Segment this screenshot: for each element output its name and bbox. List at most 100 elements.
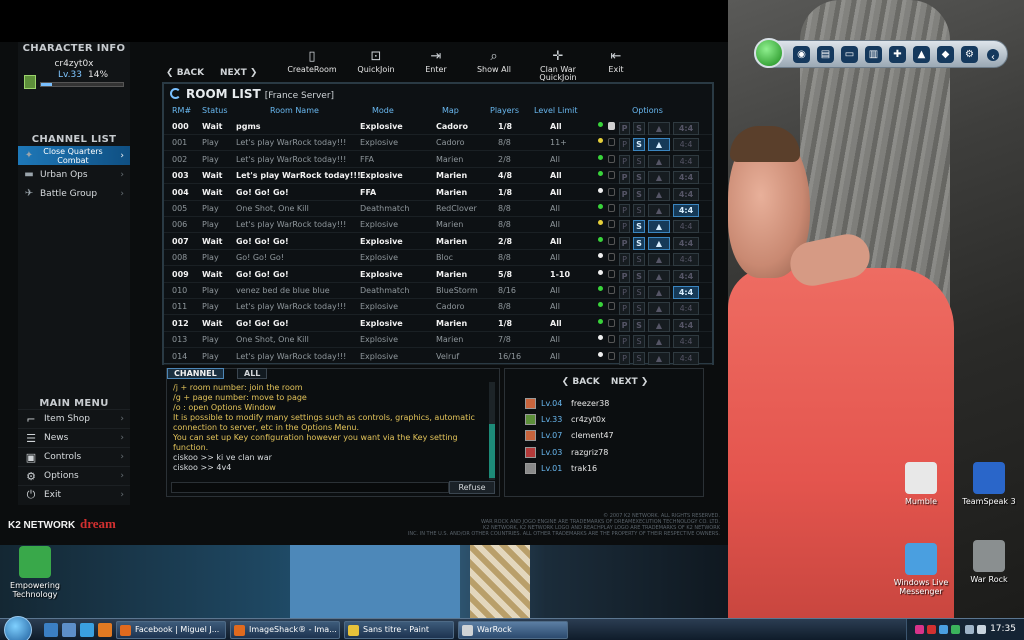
network-icon[interactable]	[965, 625, 974, 634]
enter-button[interactable]: ⇥ Enter	[406, 50, 466, 74]
exit-room-button[interactable]: ⇤ Exit	[586, 50, 646, 74]
desktop-icon-teamspeak[interactable]: TeamSpeak 3	[954, 462, 1024, 506]
room-map: Marien	[436, 318, 468, 328]
desktop-icon-mumble[interactable]: Mumble	[886, 462, 956, 506]
back-button[interactable]: ❮ BACK	[166, 68, 204, 78]
create-room-button[interactable]: ▯ CreateRoom	[282, 50, 342, 74]
start-button[interactable]	[4, 616, 32, 640]
room-row[interactable]: 012 Wait Go! Go! Go! Explosive Marien 1/8 All P…	[164, 316, 712, 332]
chat-input[interactable]	[171, 482, 449, 493]
dock-orb-icon[interactable]	[754, 38, 784, 68]
col-options[interactable]: Options	[632, 106, 663, 115]
player-row[interactable]: Lv.07 clement47	[525, 428, 695, 444]
collapse-icon[interactable]: ‹	[987, 49, 999, 63]
col-level-limit[interactable]: Level Limit	[534, 106, 578, 115]
gear-icon[interactable]: ⚙	[961, 46, 978, 63]
taskbar-task[interactable]: ImageShack® - Ima...	[230, 621, 340, 639]
channel-close-quarters-combat[interactable]: ✦ Close Quarters Combat ›	[18, 146, 130, 165]
taskbar-task[interactable]: Facebook | Miguel J...	[116, 621, 226, 639]
desktop-icon-empowering[interactable]: Empowering Technology	[0, 546, 70, 599]
lock-icon[interactable]: ▲	[913, 46, 930, 63]
chat-scrollbar[interactable]	[489, 382, 495, 480]
desktop-icon-warrock[interactable]: War Rock	[954, 540, 1024, 584]
player-next-label: NEXT	[610, 377, 638, 387]
tag-icon[interactable]: ◆	[937, 46, 954, 63]
menu-options[interactable]: ⚙ Options ›	[18, 466, 130, 485]
room-row[interactable]: 000 Wait pgms Explosive Cadoro 1/8 All P S ▲ 4:4	[164, 119, 712, 135]
tray-app-icon[interactable]	[915, 625, 924, 634]
room-option-icon: S	[633, 302, 645, 316]
channel-label: Urban Ops	[40, 169, 88, 180]
chevron-right-icon: ›	[120, 414, 124, 424]
system-tray: 17:35	[906, 619, 1024, 640]
col-players[interactable]: Players	[490, 106, 519, 115]
show-desktop-icon[interactable]	[44, 623, 58, 637]
tray-app-icon[interactable]	[939, 625, 948, 634]
menu-news[interactable]: ☰ News ›	[18, 428, 130, 447]
tab-all[interactable]: ALL	[237, 368, 268, 379]
col-status[interactable]: Status	[202, 106, 228, 115]
room-mode: Explosive	[360, 253, 399, 263]
card-icon[interactable]: ▭	[841, 46, 858, 63]
next-button[interactable]: NEXT ❯	[220, 68, 257, 78]
room-number: 004	[172, 187, 189, 197]
server-name: [France Server]	[264, 91, 335, 101]
taskbar-task[interactable]: WarRock	[458, 621, 568, 639]
document-icon[interactable]: ▥	[865, 46, 882, 63]
room-row[interactable]: 001 Play Let's play WarRock today!!! Explos…	[164, 135, 712, 152]
channel-battle-group[interactable]: ✈ Battle Group ›	[18, 184, 130, 203]
taskbar-task[interactable]: Sans titre - Paint	[344, 621, 454, 639]
player-row[interactable]: Lv.01 trak16	[525, 461, 695, 477]
room-row[interactable]: 014 Play Let's play WarRock today!!! Explos…	[164, 349, 712, 365]
player-row[interactable]: Lv.04 freezer38	[525, 396, 695, 412]
col-map[interactable]: Map	[442, 106, 459, 115]
room-row[interactable]: 009 Wait Go! Go! Go! Explosive Marien 5/8 1-10…	[164, 267, 712, 283]
player-next-button[interactable]: NEXT ❯	[611, 377, 648, 387]
room-row[interactable]: 007 Wait Go! Go! Go! Explosive Marien 2/8 All P…	[164, 234, 712, 250]
clipboard-icon[interactable]: ▤	[817, 46, 834, 63]
player-back-button[interactable]: ❮ BACK	[562, 377, 600, 387]
col-rm[interactable]: RM#	[172, 106, 191, 115]
room-row[interactable]: 005 Play One Shot, One Kill Deathmatch RedCl…	[164, 201, 712, 217]
clan-war-quickjoin-button[interactable]: ✛ Clan War QuickJoin	[528, 50, 588, 82]
tab-channel[interactable]: CHANNEL	[167, 368, 224, 379]
player-row[interactable]: Lv.33 cr4zyt0x	[525, 412, 695, 428]
switch-windows-icon[interactable]	[62, 623, 76, 637]
col-mode[interactable]: Mode	[372, 106, 394, 115]
chat-scroll-thumb[interactable]	[489, 424, 495, 478]
room-option-icon: S	[633, 351, 645, 365]
desktop-icon-messenger[interactable]: Windows Live Messenger	[886, 543, 956, 596]
globe-icon[interactable]: ◉	[793, 46, 810, 63]
volume-icon[interactable]	[977, 625, 986, 634]
room-number: 013	[172, 335, 188, 345]
room-row[interactable]: 004 Wait Go! Go! Go! FFA Marien 1/8 All P S ▲ 4:4	[164, 185, 712, 201]
warrock-lobby-window: CHARACTER INFO cr4zyt0x Lv.33 14% CHANNE…	[0, 42, 728, 545]
room-status-dot	[598, 154, 603, 160]
room-row[interactable]: 011 Play Let's play WarRock today!!! Explos…	[164, 299, 712, 316]
refuse-button[interactable]: Refuse	[449, 481, 495, 494]
wallpaper-shirt-print	[730, 330, 840, 440]
ie-icon[interactable]	[80, 623, 94, 637]
room-row[interactable]: 003 Wait Let's play WarRock today!!! Explos…	[164, 168, 712, 185]
menu-controls[interactable]: ▣ Controls ›	[18, 447, 130, 466]
quick-join-button[interactable]: ⊡ QuickJoin	[346, 50, 406, 74]
room-name: Go! Go! Go!	[236, 187, 289, 197]
room-row[interactable]: 008 Play Go! Go! Go! Explosive Bloc 8/8 All P S ▲…	[164, 250, 712, 267]
wallpaper-lower-photo	[0, 545, 728, 618]
player-row[interactable]: Lv.03 razgriz78	[525, 445, 695, 461]
tray-app-icon[interactable]	[951, 625, 960, 634]
channel-urban-ops[interactable]: ▬ Urban Ops ›	[18, 165, 130, 184]
menu-item-shop[interactable]: ⌐ Item Shop ›	[18, 409, 130, 428]
show-all-button[interactable]: ⌕ Show All	[464, 50, 524, 74]
room-row[interactable]: 006 Play Let's play WarRock today!!! Explos…	[164, 217, 712, 234]
gift-icon[interactable]: ✚	[889, 46, 906, 63]
task-label: WarRock	[477, 625, 512, 634]
tray-app-icon[interactable]	[927, 625, 936, 634]
refresh-icon[interactable]	[170, 88, 181, 99]
col-room-name[interactable]: Room Name	[270, 106, 319, 115]
firefox-icon[interactable]	[98, 623, 112, 637]
room-row[interactable]: 010 Play venez bed de blue blue Deathmatch B…	[164, 283, 712, 299]
room-row[interactable]: 002 Play Let's play WarRock today!!! FFA Mar…	[164, 152, 712, 168]
menu-exit[interactable]: ⏻ Exit ›	[18, 485, 130, 504]
room-row[interactable]: 013 Play One Shot, One Kill Explosive Marien…	[164, 332, 712, 349]
